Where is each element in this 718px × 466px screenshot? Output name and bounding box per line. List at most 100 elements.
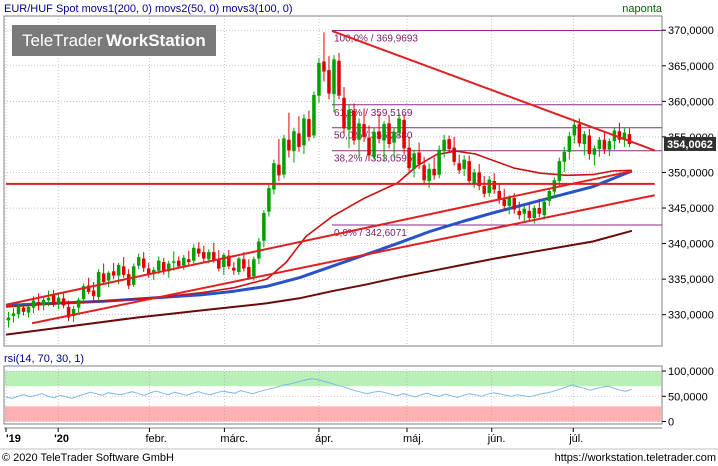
instrument-header: EUR/HUF Spot movs1(200, 0) movs2(50, 0) … (4, 3, 293, 15)
candle-body (457, 163, 461, 171)
candle-body (101, 273, 106, 282)
candle-body (156, 260, 161, 271)
candle-body (487, 179, 491, 194)
candle-body (607, 141, 612, 150)
candle-body (392, 131, 396, 143)
fib-level-label: 100,0% / 369,9693 (334, 33, 418, 44)
chart-window: EUR/HUF Spot movs1(200, 0) movs2(50, 0) … (0, 0, 718, 466)
candle-body (287, 139, 291, 151)
candle-body (247, 267, 251, 278)
candle-body (592, 148, 597, 155)
candle-body (106, 272, 111, 281)
candle-body (432, 168, 436, 176)
candle-body (562, 151, 567, 162)
y-tick-label: 365,0000 (668, 61, 714, 73)
candle-body (452, 147, 456, 162)
x-tick-label: febr. (145, 433, 166, 445)
candle-body (252, 259, 256, 277)
candle-body (537, 208, 542, 214)
candle-body (577, 124, 582, 144)
candle-body (467, 161, 471, 181)
candle-body (202, 252, 206, 259)
candle-body (522, 208, 527, 214)
candle-body (352, 110, 356, 141)
candle-body (222, 254, 226, 268)
x-tick-label: '19 (6, 433, 21, 445)
candle-body (527, 210, 532, 218)
candle-body (61, 298, 66, 306)
x-tick-label: júl. (568, 433, 583, 445)
candle-body (412, 153, 416, 169)
candle-body (317, 62, 321, 96)
candle-body (602, 139, 607, 150)
candle-body (302, 118, 306, 146)
candle-body (182, 257, 186, 266)
candle-body (297, 133, 301, 147)
candle-body (262, 213, 266, 241)
candle-body (16, 306, 21, 314)
candle-body (187, 259, 191, 263)
candle-body (427, 168, 431, 181)
candle-body (11, 313, 16, 317)
candle-body (417, 152, 421, 164)
y-tick-label: 350,0000 (668, 167, 714, 179)
candle-body (387, 123, 391, 145)
candle-body (46, 297, 51, 301)
candle-body (547, 190, 552, 201)
candle-body (357, 123, 361, 140)
candle-body (242, 259, 246, 269)
rsi-oversold-zone (5, 406, 661, 422)
main-y-axis: 370,0000365,0000360,0000355,0000350,0000… (662, 25, 714, 322)
watermark-part1: TeleTrader (22, 31, 103, 50)
candle-body (6, 317, 11, 321)
candle-body (76, 299, 81, 308)
candle-body (582, 134, 587, 145)
y-tick-label: 345,0000 (668, 203, 714, 215)
candle-body (121, 266, 126, 275)
candle-body (177, 260, 181, 267)
candle-body (21, 307, 26, 312)
candle-body (116, 264, 121, 276)
candle-body (362, 124, 366, 137)
candle-body (397, 118, 401, 133)
candle-body (56, 297, 61, 304)
candle-body (447, 139, 451, 149)
candle-body (552, 180, 557, 192)
fib-level-label: 61,8% / 359,5169 (334, 108, 413, 119)
candle-body (41, 299, 46, 306)
candle-body (517, 210, 522, 216)
candle-body (327, 70, 331, 94)
rsi-header: rsi(14, 70, 30, 1) (4, 353, 84, 365)
last-price-tag: 354,0062 (664, 136, 716, 151)
candle-body (111, 271, 116, 276)
candle-body (197, 248, 201, 254)
candle-body (136, 257, 141, 266)
candle-body (382, 124, 386, 141)
candle-body (407, 147, 411, 169)
candle-body (542, 201, 547, 216)
candle-body (557, 161, 562, 181)
candle-body (237, 258, 241, 273)
watermark-logo: TeleTrader WorkStation (12, 25, 216, 56)
chart-svg: EUR/HUF Spot movs1(200, 0) movs2(50, 0) … (0, 0, 718, 466)
candle-body (377, 131, 381, 140)
candle-body (36, 301, 41, 306)
candle-body (482, 185, 486, 194)
rsi-tick-label: 0 (668, 416, 674, 428)
candle-body (312, 94, 316, 136)
candle-body (171, 261, 176, 263)
candle-body (307, 119, 311, 137)
x-tick-label: jún. (487, 433, 506, 445)
candle-body (512, 198, 516, 210)
last-price-value: 354,0062 (667, 139, 713, 151)
rsi-tick-label: 100,0000 (668, 366, 714, 378)
candle-body (131, 266, 136, 285)
rsi-tick-label: 50,0000 (668, 391, 708, 403)
y-tick-label: 370,0000 (668, 25, 714, 37)
candle-body (192, 247, 196, 261)
footer-url[interactable]: https://workstation.teletrader.com (555, 452, 716, 464)
y-tick-label: 330,0000 (668, 310, 714, 322)
candle-body (217, 259, 221, 269)
y-tick-label: 360,0000 (668, 96, 714, 108)
period-label: naponta (622, 3, 663, 15)
